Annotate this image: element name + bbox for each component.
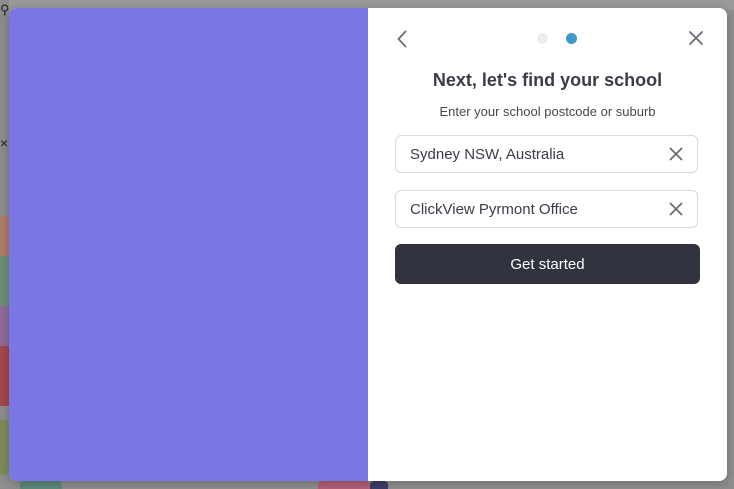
background-artwork: [20, 481, 62, 489]
clear-location-icon[interactable]: [669, 147, 683, 161]
modal-subtitle: Enter your school postcode or suburb: [439, 104, 656, 119]
clear-school-icon[interactable]: [669, 202, 683, 216]
school-input[interactable]: [410, 191, 650, 227]
back-button[interactable]: [390, 26, 414, 52]
background-artwork: [0, 346, 9, 406]
close-modal-button[interactable]: [684, 26, 708, 50]
background-artwork: [0, 420, 9, 475]
get-started-button[interactable]: Get started: [395, 244, 700, 284]
background-artwork: [318, 481, 370, 489]
background-close-icon: ×: [0, 135, 9, 151]
step-dot-1[interactable]: [537, 33, 548, 44]
background-artwork: [0, 216, 9, 256]
modal-title: Next, let's find your school: [432, 70, 663, 90]
modal-illustration-panel: [9, 8, 368, 481]
location-input[interactable]: [410, 136, 650, 172]
onboarding-modal: Next, let's find your school Enter your …: [9, 8, 727, 481]
close-icon: [689, 31, 703, 45]
school-field: [395, 190, 698, 228]
step-dot-2-active[interactable]: [566, 33, 577, 44]
background-artwork: [0, 256, 9, 306]
step-indicator: [537, 33, 577, 45]
modal-form-panel: Next, let's find your school Enter your …: [368, 8, 727, 481]
background-artwork: [0, 306, 9, 346]
chevron-left-icon: [397, 30, 407, 48]
location-field: [395, 135, 698, 173]
background-artwork: [370, 481, 388, 489]
